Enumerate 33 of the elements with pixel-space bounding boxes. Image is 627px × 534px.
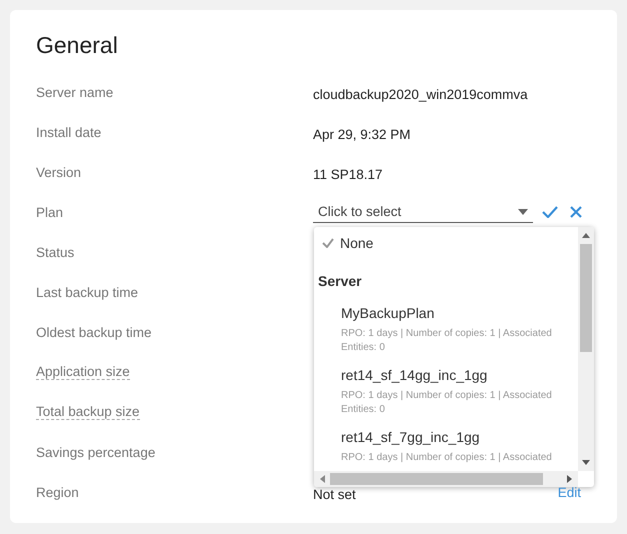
plan-option[interactable]: ret14_sf_7gg_inc_1gg RPO: 1 days | Number of copies: 1 | Associated: [314, 423, 578, 471]
field-label: Savings percentage: [36, 444, 156, 460]
close-icon: [570, 206, 582, 218]
field-label: Status: [36, 244, 76, 260]
dropdown-option[interactable]: None: [314, 227, 578, 259]
scroll-up-icon: [582, 233, 590, 238]
field-label: Region: [36, 484, 80, 500]
plan-option[interactable]: ret14_sf_14gg_inc_1gg RPO: 1 days | Number of copies: 1 | Associated Entities: 0: [314, 361, 578, 423]
horizontal-scrollbar[interactable]: [314, 471, 578, 487]
field-value: Not set: [313, 486, 356, 502]
field-label: Install date: [36, 124, 102, 140]
scroll-right-icon: [567, 475, 572, 483]
field-label: Plan: [36, 204, 64, 220]
section-title: General: [36, 31, 119, 60]
plan-option[interactable]: MyBackupPlan RPO: 1 days | Number of copies: 1 | Associated Entities: 0: [314, 299, 578, 361]
field-value: Apr 29, 9:32 PM: [313, 126, 411, 142]
field-label: Version: [36, 164, 82, 180]
field-label: Last backup time: [36, 284, 140, 300]
vertical-scrollbar[interactable]: [578, 227, 594, 471]
field-label: Oldest backup time: [36, 324, 153, 340]
field-label: Total backup size: [36, 404, 140, 420]
caret-icon: [518, 208, 528, 214]
field-label: Server name: [36, 84, 114, 100]
check-icon: [542, 206, 558, 218]
scroll-down-icon: [582, 460, 590, 465]
dropdown-menu[interactable]: [314, 227, 594, 487]
group-header: Server: [317, 272, 363, 291]
field-value: 11 SP18.17: [313, 166, 383, 182]
field-label: Application size: [36, 364, 130, 380]
plan-dropdown[interactable]: Click to select: [313, 201, 533, 223]
check-icon: [322, 238, 334, 248]
scroll-left-icon: [320, 475, 325, 483]
field-value: cloudbackup2020_win2019commva: [313, 86, 528, 102]
